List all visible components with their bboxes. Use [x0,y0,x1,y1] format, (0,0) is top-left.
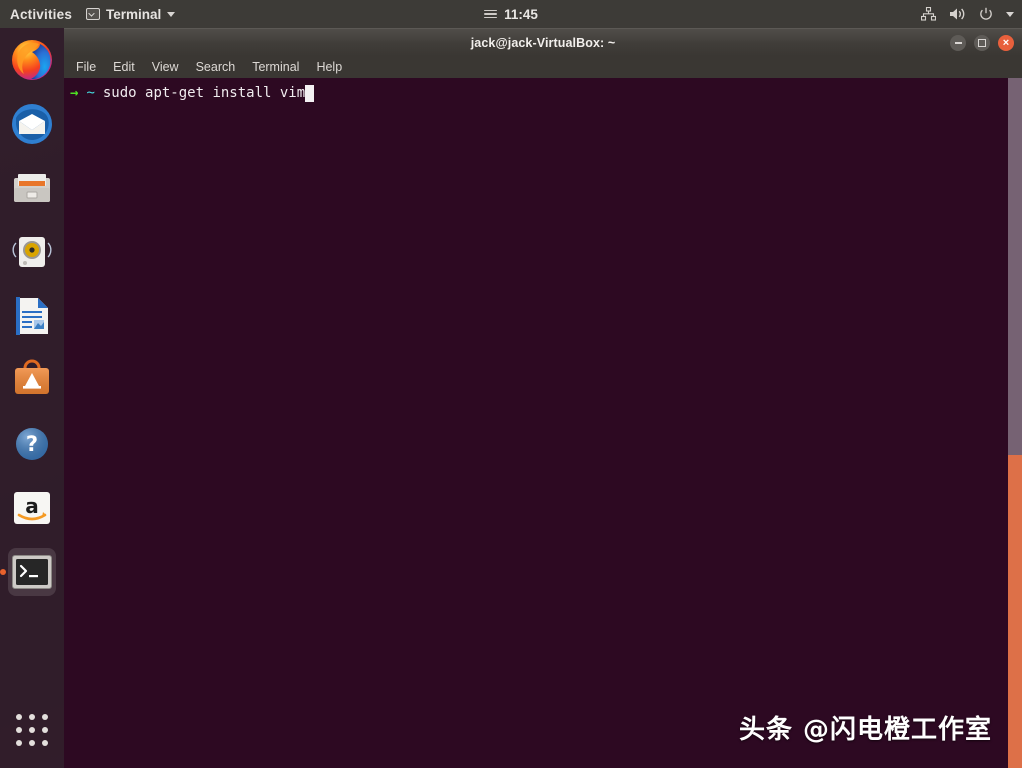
dock-item-files[interactable] [8,164,56,212]
dock-item-amazon[interactable]: a [8,484,56,532]
dock-item-help[interactable]: ? [8,420,56,468]
desktop-right-edge-accent [1008,455,1022,768]
menu-item-terminal[interactable]: Terminal [252,60,299,74]
help-icon: ? [16,428,48,460]
terminal-command: sudo apt-get install vim [102,85,306,101]
menu-item-view[interactable]: View [152,60,179,74]
svg-text:a: a [25,494,39,518]
show-applications-button[interactable] [8,706,56,754]
gnome-top-bar: Activities Terminal 11:45 [0,0,1022,28]
dock-item-firefox[interactable] [8,36,56,84]
firefox-icon [12,40,52,80]
prompt-path: ~ [86,85,95,101]
activities-button[interactable]: Activities [10,7,72,22]
dock-item-rhythmbox[interactable] [8,228,56,276]
amazon-icon: a [14,492,50,524]
app-menu-terminal[interactable]: Terminal [86,6,176,22]
terminal-cursor [305,85,315,102]
dock-item-libreoffice-writer[interactable] [8,292,56,340]
rhythmbox-icon [12,237,52,267]
libreoffice-writer-icon [16,297,48,335]
terminal-output-area[interactable]: → ~ sudo apt-get install vim [64,78,1022,768]
ubuntu-dock: ? a [0,28,64,768]
terminal-app-icon [12,555,52,589]
terminal-scrollbar[interactable] [1008,78,1022,455]
top-bar-center-section: 11:45 [411,7,611,22]
thunderbird-icon [12,104,52,144]
hamburger-menu-icon[interactable] [484,9,498,19]
system-menu-chevron-down-icon[interactable] [1006,11,1014,17]
close-icon: × [1002,36,1010,49]
network-icon[interactable] [921,7,936,21]
watermark: 头条 @闪电橙工作室 [738,715,992,745]
files-icon [14,174,50,202]
top-bar-left-section: Activities Terminal [0,6,176,22]
window-controls: × [950,29,1014,57]
terminal-window-title: jack@jack-VirtualBox: ~ [470,35,616,50]
close-button[interactable]: × [998,35,1014,51]
prompt-arrow-icon: → [70,85,79,101]
menu-item-edit[interactable]: Edit [113,60,135,74]
minimize-button[interactable] [950,35,966,51]
menu-item-search[interactable]: Search [196,60,236,74]
terminal-title-bar[interactable]: jack@jack-VirtualBox: ~ × [64,28,1022,56]
dock-item-ubuntu-software[interactable] [8,356,56,404]
power-icon[interactable] [979,7,993,21]
terminal-prompt-line: → ~ sudo apt-get install vim [70,84,1022,103]
app-menu-label: Terminal [106,6,162,22]
menu-item-file[interactable]: File [76,60,96,74]
menu-item-help[interactable]: Help [316,60,342,74]
maximize-button[interactable] [974,35,990,51]
chevron-down-icon [167,11,176,17]
dock-item-terminal[interactable] [8,548,56,596]
dock-item-thunderbird[interactable] [8,100,56,148]
terminal-icon [86,8,101,20]
volume-icon[interactable] [949,7,966,21]
terminal-window: jack@jack-VirtualBox: ~ × File Edit View… [64,28,1022,768]
terminal-menu-bar: File Edit View Search Terminal Help [64,56,1022,78]
clock[interactable]: 11:45 [504,7,538,22]
svg-text:?: ? [26,432,38,456]
ubuntu-software-icon [15,359,49,394]
top-bar-status-area [921,7,1014,21]
